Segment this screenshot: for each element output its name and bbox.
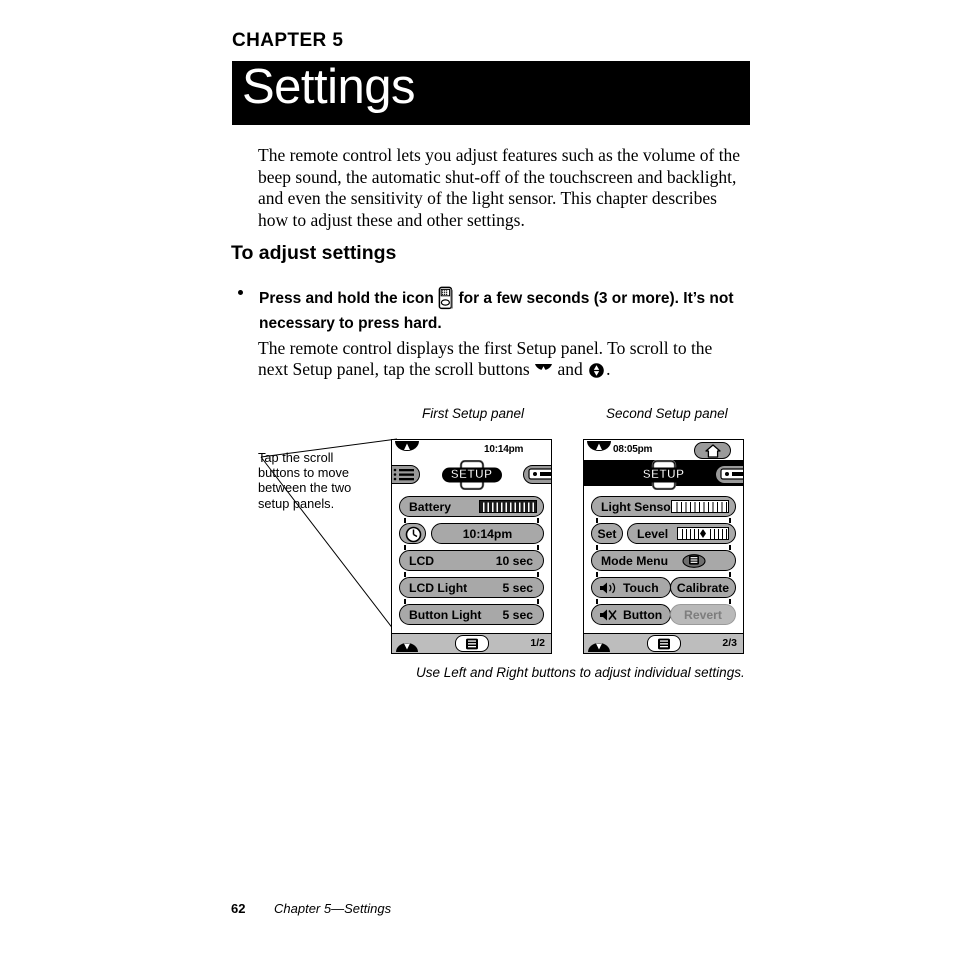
lcd-light-label: LCD Light — [409, 580, 468, 595]
lcd-value: 10 sec — [495, 553, 533, 568]
scroll-down-button-icon — [534, 363, 553, 378]
panel1-bottom-bar: 1/2 — [392, 633, 551, 653]
light-sensor-label: Light Sensor — [601, 499, 676, 514]
panel1-clock: 10:14pm — [484, 444, 524, 455]
clock-value: 10:14pm — [462, 526, 513, 541]
battery-gauge — [479, 500, 537, 513]
calibrate-button[interactable]: Calibrate — [670, 577, 736, 598]
list-menu-icon[interactable] — [454, 635, 489, 652]
caption-bottom: Use Left and Right buttons to adjust ind… — [416, 665, 745, 680]
panel2-page-indicator: 2/3 — [722, 637, 737, 649]
bullet-dot — [238, 290, 243, 295]
callout-text: Tap the scroll buttons to move between t… — [258, 450, 352, 511]
second-setup-panel: 08:05pm SETUP Light Sensor Set Level Mod… — [583, 439, 744, 654]
button-label: Button — [623, 607, 663, 622]
light-sensor-gauge — [671, 500, 729, 513]
panel1-rows: Battery 10:14pm LCD 10 sec LCD Light 5 s… — [392, 496, 551, 633]
row-touch[interactable]: Touch Calibrate — [591, 577, 736, 598]
row-button[interactable]: Button Revert — [591, 604, 736, 625]
clock-icon[interactable] — [399, 523, 426, 544]
panel2-screen: 08:05pm SETUP Light Sensor Set Level Mod… — [584, 440, 743, 653]
page-title: Settings — [242, 60, 416, 114]
device-icon[interactable] — [523, 465, 551, 484]
panel2-bottom-bar: 2/3 — [584, 633, 743, 653]
chapter-label: CHAPTER 5 — [232, 30, 344, 51]
chapter-title-bar: Settings — [232, 60, 750, 125]
row-lcd[interactable]: LCD 10 sec — [399, 550, 544, 571]
caption-first-setup-panel: First Setup panel — [422, 406, 525, 421]
row-light-sensor[interactable]: Light Sensor — [591, 496, 736, 517]
home-icon[interactable] — [694, 442, 731, 459]
set-label: Set — [597, 526, 617, 541]
list-menu-icon[interactable] — [682, 554, 706, 568]
row-level[interactable]: Set Level — [591, 523, 736, 544]
row-mode-menu[interactable]: Mode Menu — [591, 550, 736, 571]
scroll-instruction-text: The remote control displays the first Se… — [258, 338, 713, 379]
device-icon[interactable] — [715, 465, 743, 484]
set-button[interactable]: Set — [591, 523, 623, 544]
level-label: Level — [637, 526, 669, 541]
button-light-pill[interactable]: Button Light 5 sec — [399, 604, 544, 625]
list-menu-icon[interactable] — [392, 465, 420, 484]
lcd-pill[interactable]: LCD 10 sec — [399, 550, 544, 571]
level-gauge[interactable] — [677, 527, 729, 540]
scroll-up-icon[interactable] — [395, 441, 419, 460]
panel1-screen: 10:14pm SETUP Battery 10:14pm LCD 10 sec… — [392, 440, 551, 653]
panel1-page-indicator: 1/2 — [530, 637, 545, 649]
lcd-label: LCD — [409, 553, 435, 568]
bullet-text: Press and hold the icon for a few second… — [259, 286, 743, 336]
panel2-header-bar: SETUP — [584, 459, 743, 491]
panel2-status-bar: 08:05pm — [584, 440, 743, 460]
panel1-header-bar: SETUP — [392, 459, 551, 491]
calibrate-label: Calibrate — [676, 580, 730, 595]
caption-second-setup-panel: Second Setup panel — [606, 406, 728, 421]
scroll-updown-icon[interactable] — [396, 636, 420, 653]
panel2-setup-badge[interactable]: SETUP — [633, 459, 695, 491]
mode-menu-pill[interactable]: Mode Menu — [591, 550, 736, 571]
mode-menu-label: Mode Menu — [601, 553, 669, 568]
footer-running-title: Chapter 5—Settings — [274, 901, 392, 916]
panel2-rows: Light Sensor Set Level Mode Menu Touch C… — [584, 496, 743, 633]
row-button-light[interactable]: Button Light 5 sec — [399, 604, 544, 625]
scroll-updown-icon[interactable] — [588, 636, 612, 653]
button-light-label: Button Light — [409, 607, 482, 622]
lcd-light-value: 5 sec — [502, 580, 534, 595]
section-heading: To adjust settings — [231, 242, 397, 264]
list-menu-icon[interactable] — [646, 635, 681, 652]
clock-value-pill[interactable]: 10:14pm — [431, 523, 544, 544]
touch-pill[interactable]: Touch — [591, 577, 671, 598]
bullet-text-before: Press and hold the icon — [259, 290, 434, 307]
row-lcd-light[interactable]: LCD Light 5 sec — [399, 577, 544, 598]
revert-button[interactable]: Revert — [670, 604, 736, 625]
scroll-up-button-icon — [587, 363, 606, 378]
lcd-light-pill[interactable]: LCD Light 5 sec — [399, 577, 544, 598]
panel1-setup-badge[interactable]: SETUP — [441, 459, 503, 491]
scroll-up-icon[interactable] — [587, 441, 611, 460]
battery-label: Battery — [409, 499, 451, 514]
revert-label: Revert — [684, 607, 722, 622]
panel1-status-bar: 10:14pm — [392, 440, 551, 460]
row-clock[interactable]: 10:14pm — [399, 523, 544, 544]
panel1-setup-label: SETUP — [450, 467, 493, 482]
speaker-mute-icon — [598, 608, 620, 622]
first-setup-panel: 10:14pm SETUP Battery 10:14pm LCD 10 sec… — [391, 439, 552, 654]
intro-paragraph: The remote control lets you adjust featu… — [258, 145, 741, 230]
panel2-clock: 08:05pm — [613, 444, 653, 455]
button-light-value: 5 sec — [502, 607, 534, 622]
remote-control-icon — [438, 286, 454, 311]
row-battery[interactable]: Battery — [399, 496, 544, 517]
button-pill[interactable]: Button — [591, 604, 671, 625]
conjunction-and: and — [557, 359, 583, 379]
scroll-instruction-paragraph: The remote control displays the first Se… — [258, 338, 742, 380]
speaker-on-icon — [598, 581, 620, 595]
footer-page-number: 62 — [231, 901, 246, 916]
sentence-period: . — [606, 359, 611, 379]
touch-label: Touch — [623, 580, 659, 595]
panel2-setup-label: SETUP — [642, 467, 685, 482]
